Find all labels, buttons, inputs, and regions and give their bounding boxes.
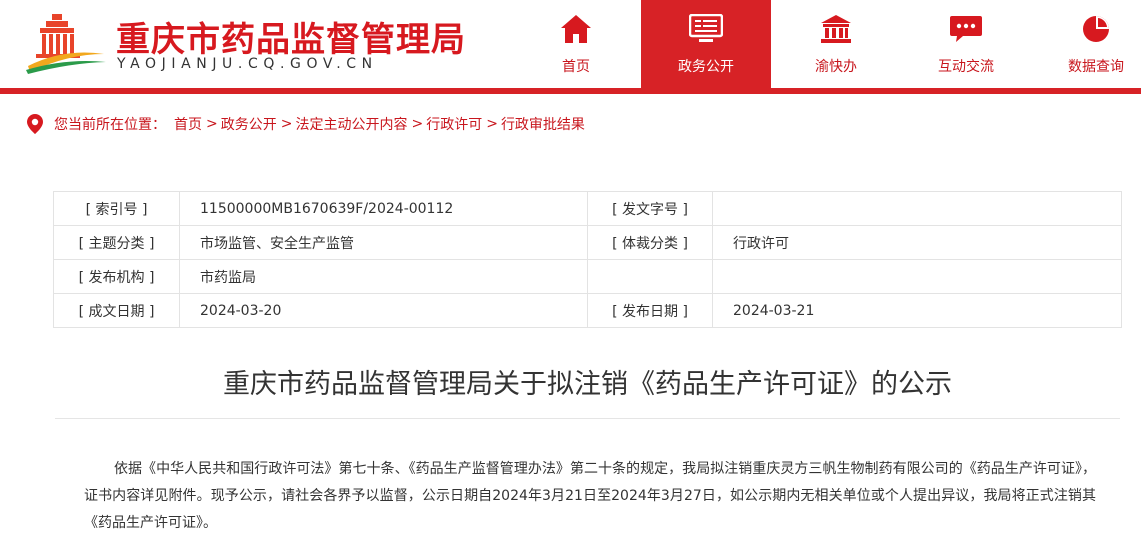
nav-label: 数据查询: [1068, 59, 1124, 75]
meta-key-issuer: [ 发布机构 ]: [53, 259, 180, 294]
main-nav: 首页 政务公开 渝快办 互动交流 数据查询: [511, 0, 1141, 88]
breadcrumb-item-statutory-disclosure[interactable]: 法定主动公开内容: [295, 114, 407, 134]
table-row: [ 主题分类 ] 市场监管、安全生产监管 [ 体裁分类 ] 行政许可: [53, 225, 1122, 260]
document-meta-table: [ 索引号 ] 11500000MB1670639F/2024-00112 [ …: [53, 191, 1122, 328]
nav-label: 首页: [562, 59, 590, 75]
article-title: 重庆市药品监督管理局关于拟注销《药品生产许可证》的公示: [223, 369, 952, 400]
nav-item-yukuaiban[interactable]: 渝快办: [771, 0, 901, 88]
article-body: 依据《中华人民共和国行政许可法》第七十条、《药品生产监督管理办法》第二十条的规定…: [84, 461, 1096, 531]
home-icon: [559, 12, 593, 46]
table-row: [ 成文日期 ] 2024-03-20 [ 发布日期 ] 2024-03-21: [53, 293, 1122, 328]
chat-icon: [949, 12, 983, 46]
monitor-icon: [689, 12, 723, 46]
meta-key-empty: [587, 259, 713, 294]
meta-value-index-no: 11500000MB1670639F/2024-00112: [179, 191, 588, 226]
breadcrumb-separator: >: [486, 116, 498, 132]
meta-key-doc-no: [ 发文字号 ]: [587, 191, 713, 226]
meta-value-created: 2024-03-20: [179, 293, 588, 328]
site-domain: YAOJIANJU.CQ.GOV.CN: [117, 56, 378, 72]
pie-chart-icon: [1079, 12, 1113, 46]
breadcrumb-item-approval-results[interactable]: 行政审批结果: [501, 114, 585, 134]
meta-key-topic: [ 主题分类 ]: [53, 225, 180, 260]
meta-key-published: [ 发布日期 ]: [587, 293, 713, 328]
breadcrumb-separator: >: [206, 116, 218, 132]
breadcrumb: 您当前所在位置： 首页 > 政务公开 > 法定主动公开内容 > 行政许可 > 行…: [26, 113, 585, 135]
site-title[interactable]: 重庆市药品监督管理局: [116, 12, 466, 61]
meta-key-index-no: [ 索引号 ]: [53, 191, 180, 226]
nav-item-interaction[interactable]: 互动交流: [901, 0, 1031, 88]
location-pin-icon: [27, 114, 43, 134]
title-divider: [55, 418, 1120, 419]
meta-key-created: [ 成文日期 ]: [53, 293, 180, 328]
nav-item-data-query[interactable]: 数据查询: [1031, 0, 1141, 88]
breadcrumb-item-administrative-license[interactable]: 行政许可: [426, 114, 482, 134]
breadcrumb-separator: >: [280, 116, 293, 132]
table-row: [ 发布机构 ] 市药监局: [53, 259, 1122, 294]
breadcrumb-item-home[interactable]: 首页: [174, 114, 202, 134]
nav-item-government-affairs[interactable]: 政务公开: [641, 0, 771, 88]
meta-value-issuer: 市药监局: [179, 259, 588, 294]
table-row: [ 索引号 ] 11500000MB1670639F/2024-00112 [ …: [53, 191, 1122, 226]
meta-value-doc-no: [712, 191, 1122, 226]
breadcrumb-label: 您当前所在位置：: [54, 117, 166, 133]
nav-label: 渝快办: [815, 59, 857, 75]
meta-key-genre: [ 体裁分类 ]: [587, 225, 713, 260]
meta-value-topic: 市场监管、安全生产监管: [179, 225, 588, 260]
meta-value-published: 2024-03-21: [712, 293, 1122, 328]
government-building-icon: [819, 12, 853, 46]
meta-value-genre: 行政许可: [712, 225, 1122, 260]
breadcrumb-item-government-affairs[interactable]: 政务公开: [221, 114, 277, 134]
site-header: 重庆市药品监督管理局 YAOJIANJU.CQ.GOV.CN 首页 政务公开 渝…: [0, 0, 1141, 88]
nav-item-home[interactable]: 首页: [511, 0, 641, 88]
nav-label: 政务公开: [678, 59, 734, 75]
header-divider: [0, 88, 1141, 94]
breadcrumb-separator: >: [411, 116, 424, 132]
building-logo-icon[interactable]: [24, 8, 108, 74]
nav-label: 互动交流: [938, 59, 994, 75]
meta-value-empty: [712, 259, 1122, 294]
